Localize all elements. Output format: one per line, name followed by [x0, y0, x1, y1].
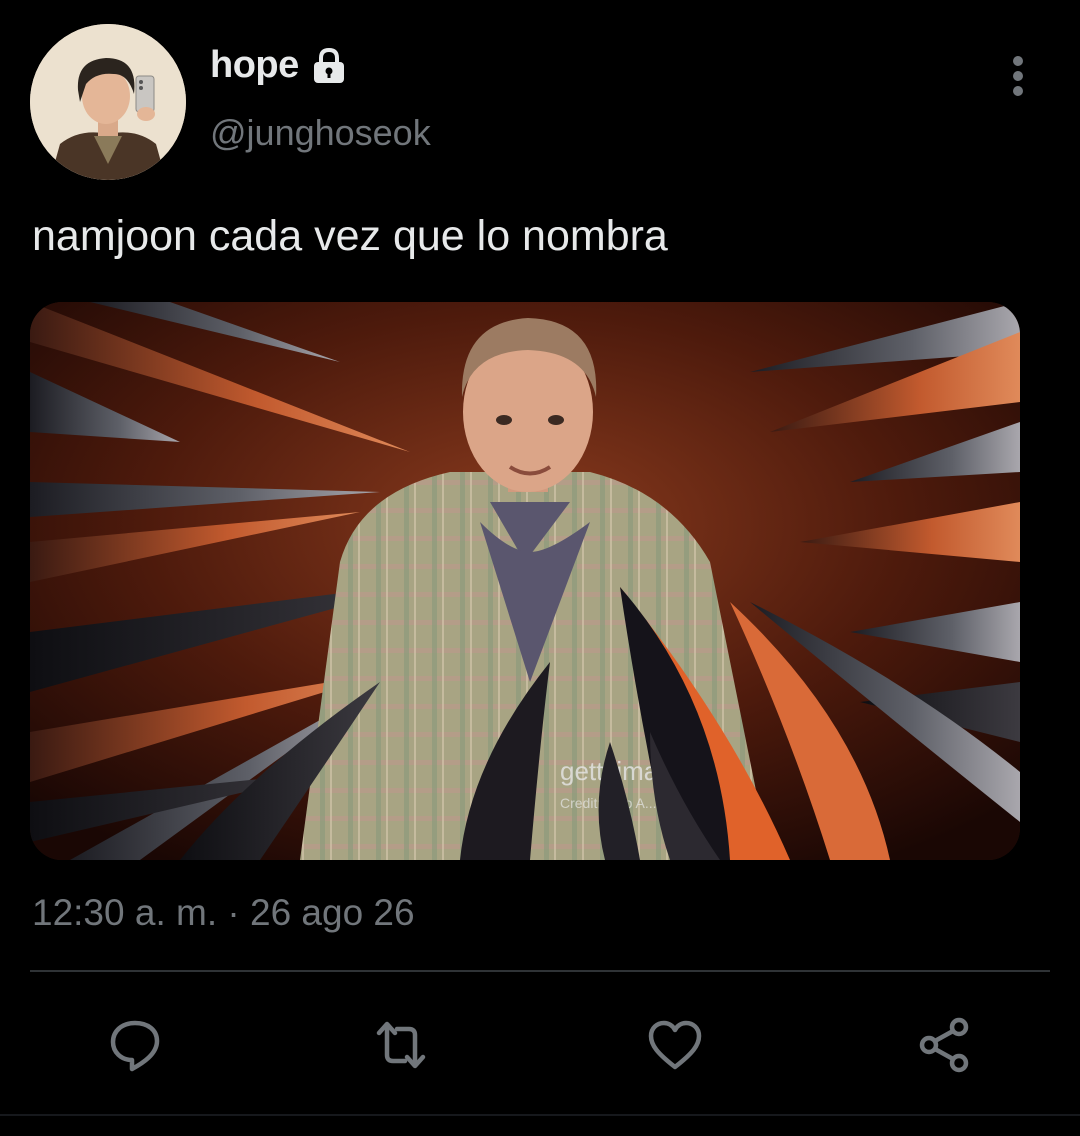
more-options-button[interactable]: [996, 52, 1040, 100]
tweet-timestamp[interactable]: 12:30 a. m. · 26 ago 26: [32, 892, 415, 934]
meme-image: gettyimages Credit: ... to A...: [30, 302, 1020, 860]
divider: [30, 970, 1050, 972]
share-icon: [919, 1017, 969, 1073]
tweet-media[interactable]: gettyimages Credit: ... to A...: [30, 302, 1020, 860]
vertical-dots-icon: [1013, 56, 1023, 96]
user-handle[interactable]: @junghoseok: [210, 112, 431, 154]
retweet-arrows-icon: [376, 1021, 426, 1069]
display-name[interactable]: hope: [210, 44, 299, 87]
retweet-button[interactable]: [368, 1012, 434, 1078]
display-name-row[interactable]: hope: [210, 44, 349, 87]
tweet-text: namjoon cada vez que lo nombra: [32, 212, 668, 260]
reply-button[interactable]: [102, 1012, 168, 1078]
lock-icon: [313, 47, 344, 83]
heart-icon: [648, 1020, 702, 1070]
avatar-image: [30, 24, 186, 180]
avatar[interactable]: [30, 24, 186, 180]
bottom-divider: [0, 1114, 1080, 1116]
share-button[interactable]: [912, 1012, 978, 1078]
speech-bubble-icon: [110, 1020, 160, 1072]
like-button[interactable]: [642, 1012, 708, 1078]
